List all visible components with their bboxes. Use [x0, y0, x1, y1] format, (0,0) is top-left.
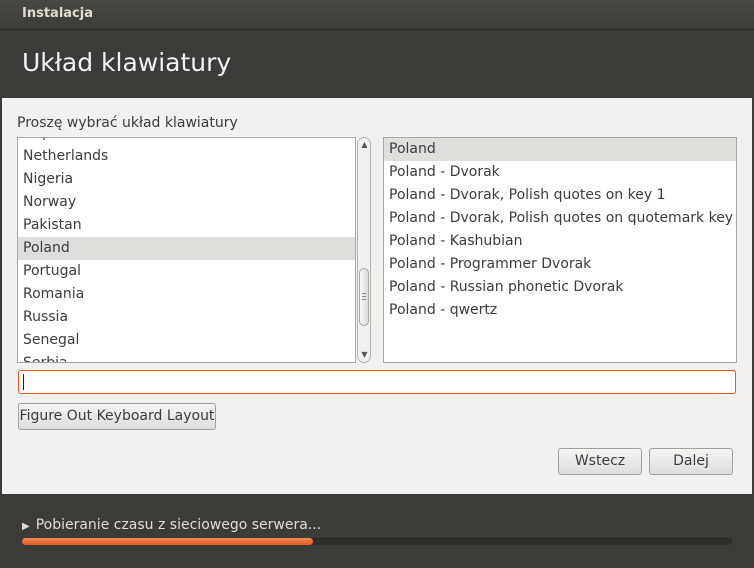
layout-item[interactable]: Poland - qwertz: [384, 299, 736, 322]
progress-fill: [22, 538, 314, 545]
country-item-selected[interactable]: Poland: [18, 237, 355, 260]
layout-item[interactable]: Poland - Dvorak, Polish quotes on quotem…: [384, 207, 736, 230]
window-title: Instalacja: [22, 6, 93, 21]
chevron-down-icon[interactable]: ▼: [360, 350, 369, 360]
layout-item[interactable]: Poland - Russian phonetic Dvorak: [384, 276, 736, 299]
layout-list[interactable]: Poland Poland - Dvorak Poland - Dvorak, …: [383, 137, 737, 363]
progress-bar: [22, 538, 732, 545]
country-item[interactable]: Russia: [18, 306, 355, 329]
country-item[interactable]: Serbia: [18, 352, 355, 362]
country-list[interactable]: Nepal Netherlands Nigeria Norway Pakista…: [17, 137, 356, 363]
country-item[interactable]: Nigeria: [18, 168, 355, 191]
grip-line: [362, 296, 366, 297]
country-item[interactable]: Nepal: [18, 138, 355, 145]
layout-item[interactable]: Poland - Dvorak: [384, 161, 736, 184]
country-item[interactable]: Romania: [18, 283, 355, 306]
country-item[interactable]: Netherlands: [18, 145, 355, 168]
layout-item[interactable]: Poland - Kashubian: [384, 230, 736, 253]
main-content: Proszę wybrać układ klawiatury Nepal Net…: [2, 98, 752, 494]
status-text: Pobieranie czasu z sieciowego serwera...: [35, 517, 322, 533]
country-item[interactable]: Portugal: [18, 260, 355, 283]
layout-item[interactable]: Poland - Programmer Dvorak: [384, 253, 736, 276]
country-list-scrollbar[interactable]: ▲ ▼: [357, 137, 371, 363]
layout-item[interactable]: Poland - Dvorak, Polish quotes on key 1: [384, 184, 736, 207]
grip-line: [362, 299, 366, 300]
text-cursor: [23, 374, 24, 390]
scroll-thumb[interactable]: [359, 268, 369, 326]
next-button[interactable]: Dalej: [649, 448, 733, 475]
layout-prompt: Proszę wybrać układ klawiatury: [17, 115, 238, 131]
figure-out-layout-button[interactable]: Figure Out Keyboard Layout: [18, 403, 216, 430]
status-expander[interactable]: ▶ Pobieranie czasu z sieciowego serwera..…: [22, 517, 321, 533]
country-item[interactable]: Norway: [18, 191, 355, 214]
page-title: Układ klawiatury: [22, 48, 232, 77]
title-bar: Instalacja: [0, 0, 754, 30]
page-header: Układ klawiatury: [0, 30, 754, 98]
grip-line: [362, 293, 366, 294]
country-item[interactable]: Pakistan: [18, 214, 355, 237]
keyboard-test-input[interactable]: [18, 370, 736, 394]
triangle-right-icon[interactable]: ▶: [22, 521, 30, 532]
chevron-up-icon[interactable]: ▲: [360, 140, 369, 150]
layout-item-selected[interactable]: Poland: [384, 138, 736, 161]
country-item[interactable]: Senegal: [18, 329, 355, 352]
back-button[interactable]: Wstecz: [558, 448, 642, 475]
status-footer: ▶ Pobieranie czasu z sieciowego serwera..…: [0, 494, 754, 568]
